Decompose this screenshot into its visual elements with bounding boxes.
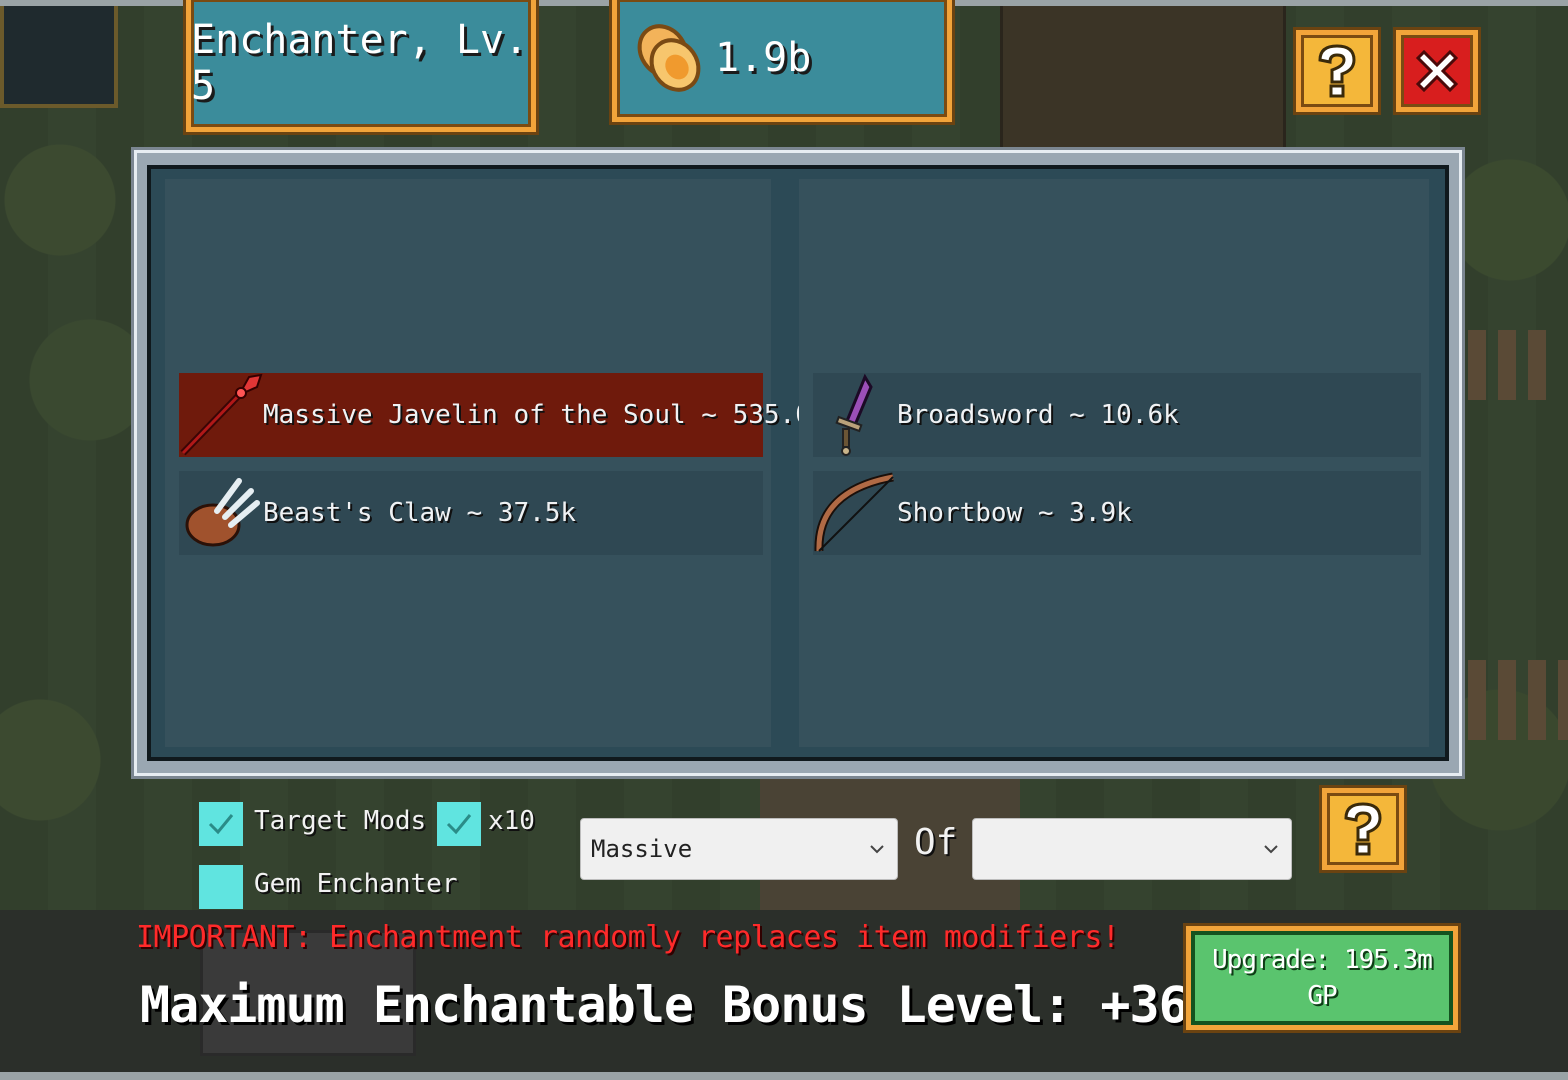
upgrade-cost-label: Upgrade: 195.3m: [1212, 945, 1433, 975]
question-icon: [1318, 44, 1356, 98]
item-row-javelin[interactable]: Massive Javelin of the Soul ~ 535.0k: [179, 373, 827, 457]
of-label: Of: [914, 822, 958, 863]
x10-label: x10: [488, 806, 535, 836]
enchant-item-panel: Massive Javelin of the Soul ~ 535.0k Bea…: [134, 150, 1462, 776]
item-label: Massive Javelin of the Soul ~ 535.0k: [263, 400, 827, 430]
x10-checkbox[interactable]: [437, 802, 481, 846]
coin-stack-icon: [631, 19, 709, 97]
gem-enchanter-checkbox[interactable]: [199, 865, 243, 909]
checkmark-icon: [208, 814, 234, 835]
target-mods-label: Target Mods: [254, 806, 427, 836]
gem-enchanter-label: Gem Enchanter: [254, 869, 458, 899]
warning-message: IMPORTANT: Enchantment randomly replaces…: [136, 920, 1120, 955]
money-amount: 1.9b: [715, 35, 812, 81]
question-icon: [1344, 802, 1382, 856]
background-house: [1000, 0, 1286, 156]
window-bottom-edge: [0, 1072, 1568, 1080]
javelin-icon: [179, 373, 263, 457]
prefix-select[interactable]: Massive: [580, 818, 898, 880]
right-item-column: Broadsword ~ 10.6k Shortbow ~ 3.9k: [799, 179, 1429, 747]
prefix-select-value: Massive: [591, 835, 693, 863]
close-x-icon: [1415, 49, 1459, 93]
upgrade-currency-label: GP: [1307, 981, 1337, 1011]
checkmark-icon: [446, 814, 472, 835]
item-row-shortbow[interactable]: Shortbow ~ 3.9k: [813, 471, 1421, 555]
left-item-column: Massive Javelin of the Soul ~ 535.0k Bea…: [165, 179, 827, 747]
money-panel: 1.9b: [612, 0, 952, 122]
chevron-down-icon: [870, 845, 884, 854]
help-button[interactable]: [1296, 30, 1378, 112]
item-label: Broadsword ~ 10.6k: [897, 400, 1179, 430]
suffix-select[interactable]: [972, 818, 1292, 880]
item-row-broadsword[interactable]: Broadsword ~ 10.6k: [813, 373, 1421, 457]
shortbow-icon: [813, 471, 897, 555]
enchanter-title-panel: Enchanter, Lv. 5: [186, 0, 536, 132]
item-label: Beast's Claw ~ 37.5k: [263, 498, 577, 528]
close-button[interactable]: [1396, 30, 1478, 112]
target-mods-checkbox[interactable]: [199, 802, 243, 846]
upgrade-button[interactable]: Upgrade: 195.3m GP: [1186, 926, 1458, 1030]
item-label: Shortbow ~ 3.9k: [897, 498, 1132, 528]
enchanter-title: Enchanter, Lv. 5: [191, 17, 529, 109]
background-stall: [0, 0, 118, 108]
broadsword-icon: [813, 373, 897, 457]
item-list-frame: Massive Javelin of the Soul ~ 535.0k Bea…: [147, 165, 1449, 761]
item-row-beasts-claw[interactable]: Beast's Claw ~ 37.5k: [179, 471, 763, 555]
modifier-help-button[interactable]: [1322, 788, 1404, 870]
claw-icon: [179, 471, 263, 555]
chevron-down-icon: [1264, 845, 1278, 854]
max-enchant-level: Maximum Enchantable Bonus Level: +36: [140, 976, 1189, 1034]
